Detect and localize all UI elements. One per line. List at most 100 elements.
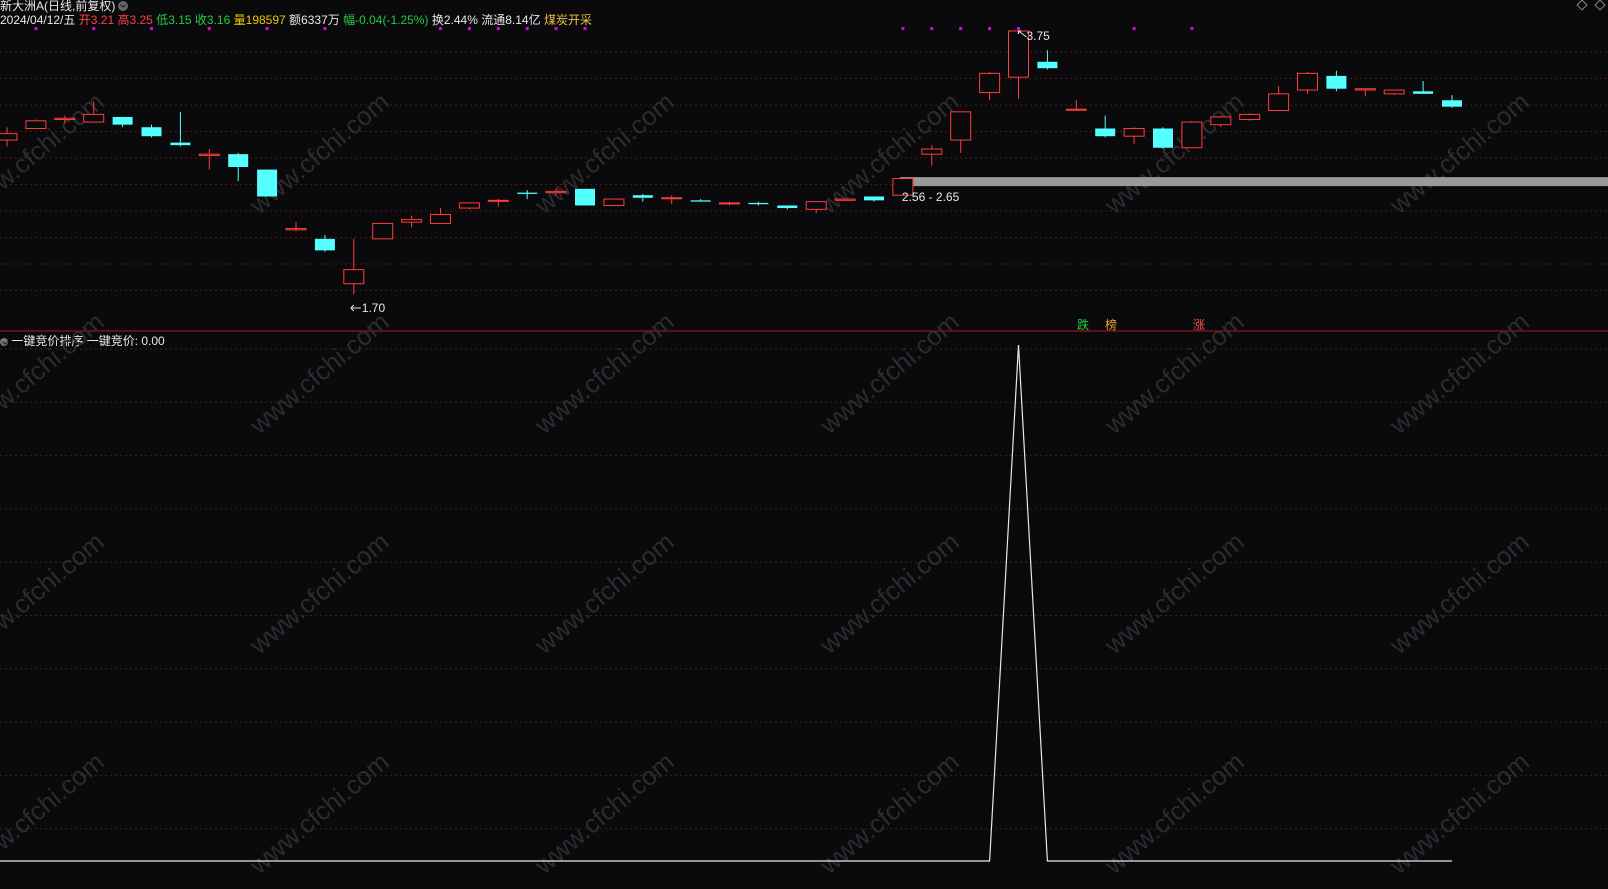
candle: [777, 205, 798, 210]
amount-value: 6337万: [301, 13, 340, 27]
candle: [1383, 89, 1405, 96]
low-value: 3.15: [168, 13, 192, 27]
candle-body: [661, 197, 683, 200]
candle-body: [834, 198, 856, 201]
candle-body: [921, 148, 943, 155]
dropdown-icon[interactable]: [118, 1, 129, 11]
candle: [1065, 100, 1087, 111]
candle: [690, 199, 711, 202]
candle-body: [25, 120, 47, 130]
candle-body: [979, 72, 1001, 94]
candle-body: [1383, 89, 1405, 95]
watermark-text: www.cfchi.com: [528, 526, 680, 660]
candle: [1326, 70, 1347, 92]
candle-body: [112, 116, 133, 125]
candle: [545, 188, 567, 196]
candle-body: [0, 133, 18, 141]
candle-body: [1354, 88, 1376, 91]
float-label: 流通: [481, 13, 506, 27]
signal-dot: [1190, 27, 1194, 30]
candle-body: [1037, 61, 1058, 69]
indicator-value: 一键竞价: 0.00: [86, 334, 165, 348]
candle: [1153, 127, 1173, 150]
signal-dot: [1017, 27, 1020, 30]
watermark-text: www.cfchi.com: [0, 306, 110, 440]
candle-body: [1153, 128, 1173, 148]
candle-body: [719, 202, 740, 205]
signal-dot: [959, 27, 963, 30]
signal-dot: [930, 27, 934, 30]
candle: [1413, 81, 1434, 94]
candle: [458, 202, 480, 210]
candle-body: [892, 178, 914, 196]
candle-body: [1008, 30, 1029, 78]
tag-zhang[interactable]: 涨: [1193, 316, 1205, 333]
candle: [748, 201, 769, 206]
price-band: [899, 177, 1608, 187]
candle-body: [54, 117, 76, 121]
watermark-text: www.cfchi.com: [1383, 306, 1535, 440]
watermark-text: www.cfchi.com: [243, 746, 395, 880]
candle-body: [141, 127, 162, 137]
candle: [170, 111, 191, 147]
candle-body: [1095, 128, 1116, 137]
candle-body: [430, 213, 451, 224]
sector-label[interactable]: 煤炭开采: [544, 13, 592, 27]
chart-canvas: www.cfchi.com www.cfchi.com www.cfchi.com w…: [0, 27, 1608, 880]
low-arrow: [350, 304, 361, 312]
candle-body: [487, 199, 509, 202]
candle-body: [517, 192, 538, 194]
candle-body: [83, 113, 105, 123]
candle: [950, 111, 972, 153]
watermark-text: www.cfchi.com: [243, 526, 395, 660]
float-value: 8.14亿: [505, 13, 541, 27]
diamond-icon[interactable]: [1594, 0, 1606, 11]
candle-body: [748, 202, 769, 205]
candle: [1268, 86, 1290, 112]
watermark-text: www.cfchi.com: [813, 526, 965, 660]
watermark-text: www.cfchi.com: [813, 306, 965, 440]
candle: [575, 188, 595, 206]
candle-body: [285, 228, 307, 231]
watermark-text: www.cfchi.com: [1098, 86, 1250, 220]
watermark-text: www.cfchi.com: [1098, 306, 1250, 440]
candle: [517, 190, 538, 200]
candle-body: [1210, 116, 1232, 126]
candle-body: [805, 201, 827, 210]
candle: [603, 198, 625, 206]
candle: [719, 201, 740, 206]
watermark-text: www.cfchi.com: [243, 306, 395, 440]
tag-bang[interactable]: 榜: [1105, 316, 1117, 333]
indicator-toggle-icon[interactable]: [0, 338, 8, 346]
candle-body: [1326, 75, 1347, 89]
watermark-text: www.cfchi.com: [0, 526, 110, 660]
tag-die[interactable]: 跌: [1077, 316, 1089, 333]
watermark-text: www.cfchi.com: [813, 86, 965, 220]
watermark-text: www.cfchi.com: [1098, 746, 1250, 880]
diamond-icon[interactable]: [1576, 0, 1588, 11]
chart-window: 新大洲A(日线,前复权) 2024/04/12/五 开3.21 高3.25 低3…: [0, 0, 1608, 889]
candle: [0, 127, 18, 147]
date-label: 2024/04/12/五: [0, 13, 76, 27]
candle-body: [1268, 93, 1290, 112]
signal-dot: [988, 27, 992, 30]
signal-dot: [1132, 27, 1136, 30]
candle: [1239, 113, 1261, 121]
band-label: 2.56 - 2.65: [902, 190, 960, 204]
candle-body: [1065, 108, 1087, 111]
watermark-text: www.cfchi.com: [528, 86, 680, 220]
low-marker-label: 1.70: [362, 301, 386, 315]
candle: [430, 208, 451, 224]
candle: [228, 152, 249, 182]
candle-body: [343, 269, 365, 285]
high-marker-label: 3.75: [1027, 29, 1051, 43]
high-arrow: [1018, 30, 1027, 38]
candle: [343, 238, 365, 294]
candle-body: [314, 238, 335, 251]
candle-body: [1442, 100, 1462, 107]
candle: [834, 198, 856, 201]
close-label: 收: [194, 13, 207, 27]
open-label: 开: [78, 13, 91, 27]
indicator-name[interactable]: 一键竞价排序: [11, 334, 83, 348]
candle: [1297, 72, 1318, 94]
